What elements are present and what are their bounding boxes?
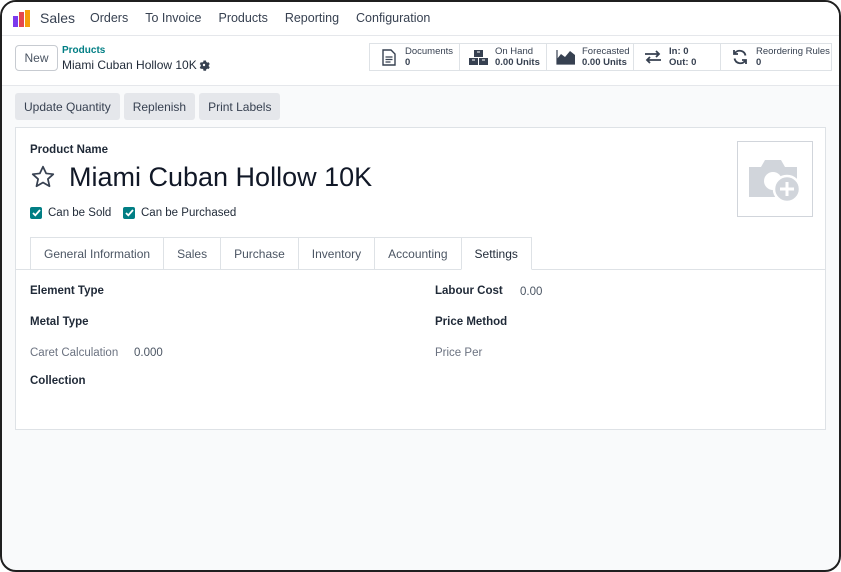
product-name-field[interactable]: Miami Cuban Hollow 10K xyxy=(69,162,372,193)
main-menu: Orders To Invoice Products Reporting Con… xyxy=(90,11,447,25)
breadcrumb-products-link[interactable]: Products xyxy=(62,45,105,56)
favorite-star-icon[interactable] xyxy=(30,164,56,190)
forecasted-value: 0.00 Units xyxy=(582,57,627,68)
forecasted-smart-button[interactable]: Forecasted 0.00 Units xyxy=(546,43,634,71)
out-count: Out: 0 xyxy=(669,57,697,68)
top-navbar: Sales Orders To Invoice Products Reporti… xyxy=(2,2,839,36)
gear-icon[interactable] xyxy=(198,59,210,71)
in-out-smart-button[interactable]: In: 0 Out: 0 xyxy=(633,43,721,71)
price-method-label: Price Method xyxy=(435,316,508,328)
on-hand-value: 0.00 Units xyxy=(495,57,540,68)
app-name[interactable]: Sales xyxy=(40,10,75,26)
caret-calculation-label: Caret Calculation xyxy=(30,347,119,359)
menu-products[interactable]: Products xyxy=(218,11,267,25)
product-form-sheet: Product Name Miami Cuban Hollow 10K Can … xyxy=(15,127,826,430)
transfer-arrows-icon xyxy=(642,48,664,66)
product-name-label: Product Name xyxy=(30,144,108,156)
tab-general-information[interactable]: General Information xyxy=(30,237,164,270)
labour-cost-field[interactable]: 0.00 xyxy=(520,286,542,298)
reordering-count: 0 xyxy=(756,57,762,68)
can-be-purchased-label: Can be Purchased xyxy=(141,207,237,219)
product-image-upload[interactable] xyxy=(737,141,813,217)
update-quantity-button[interactable]: Update Quantity xyxy=(15,93,120,120)
metal-type-label: Metal Type xyxy=(30,316,89,328)
can-be-sold-checkbox[interactable]: Can be Sold xyxy=(30,207,111,219)
can-be-purchased-checkbox[interactable]: Can be Purchased xyxy=(123,207,236,219)
refresh-icon xyxy=(729,48,751,66)
reordering-label: Reordering Rules xyxy=(756,46,830,57)
forecasted-label: Forecasted xyxy=(582,46,630,57)
checkbox-checked-icon xyxy=(123,207,135,219)
labour-cost-label: Labour Cost xyxy=(435,285,503,297)
checkbox-checked-icon xyxy=(30,207,42,219)
caret-calculation-value: 0.000 xyxy=(134,347,163,359)
notebook-tabs: General Information Sales Purchase Inven… xyxy=(30,237,532,270)
price-per-label: Price Per xyxy=(435,347,483,359)
menu-to-invoice[interactable]: To Invoice xyxy=(145,11,201,25)
documents-smart-button[interactable]: Documents 0 xyxy=(369,43,460,71)
boxes-icon xyxy=(468,48,490,66)
area-chart-icon xyxy=(555,48,577,66)
tab-settings[interactable]: Settings xyxy=(460,237,532,270)
action-bar: Update Quantity Replenish Print Labels xyxy=(15,93,281,120)
tab-inventory[interactable]: Inventory xyxy=(297,237,375,270)
replenish-button[interactable]: Replenish xyxy=(123,93,196,120)
tab-sales[interactable]: Sales xyxy=(163,237,221,270)
tab-purchase[interactable]: Purchase xyxy=(220,237,298,270)
print-labels-button[interactable]: Print Labels xyxy=(199,93,281,120)
can-be-sold-label: Can be Sold xyxy=(48,207,112,219)
menu-orders[interactable]: Orders xyxy=(90,11,128,25)
tab-accounting[interactable]: Accounting xyxy=(374,237,461,270)
camera-add-icon xyxy=(749,160,802,204)
element-type-label: Element Type xyxy=(30,285,104,297)
in-count: In: 0 xyxy=(669,46,689,57)
documents-count: 0 xyxy=(405,57,411,68)
app-window: Sales Orders To Invoice Products Reporti… xyxy=(0,0,841,572)
new-button[interactable]: New xyxy=(15,45,58,71)
on-hand-label: On Hand xyxy=(495,46,534,57)
reordering-rules-smart-button[interactable]: Reordering Rules 0 xyxy=(720,43,832,71)
sales-app-icon[interactable] xyxy=(13,10,31,27)
menu-reporting[interactable]: Reporting xyxy=(285,11,339,25)
on-hand-smart-button[interactable]: On Hand 0.00 Units xyxy=(459,43,547,71)
collection-label: Collection xyxy=(30,375,86,387)
breadcrumb-current: Miami Cuban Hollow 10K xyxy=(62,58,197,72)
documents-label: Documents xyxy=(405,46,454,57)
control-panel: New Products Miami Cuban Hollow 10K Docu… xyxy=(2,36,839,86)
document-icon xyxy=(378,48,400,66)
menu-configuration[interactable]: Configuration xyxy=(356,11,430,25)
